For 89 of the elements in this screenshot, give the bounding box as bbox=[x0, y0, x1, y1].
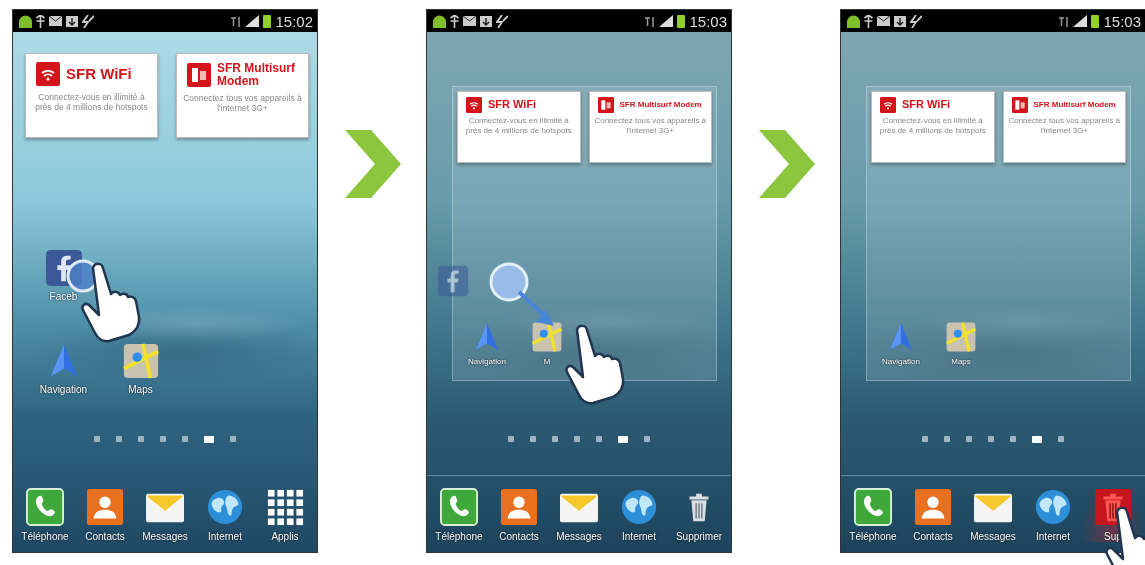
robot-icon bbox=[19, 14, 32, 28]
dock-item[interactable]: Téléphone bbox=[430, 488, 488, 542]
widget-description: Connectez tous vos appareils à l'internet 3G+ bbox=[183, 93, 302, 114]
app-label: Maps bbox=[951, 357, 971, 366]
widget-card[interactable]: SFR Multisurf Modem Connectez tous vos appareils à l'internet 3G+ bbox=[1002, 91, 1126, 163]
widget-card[interactable]: SFR WiFi Connectez-vous en illimité à près de 4 millions de hotspots bbox=[457, 91, 581, 163]
map-icon[interactable] bbox=[121, 342, 160, 380]
dock-item[interactable]: Applis bbox=[256, 488, 314, 542]
lightning-icon bbox=[496, 14, 508, 28]
modem-icon bbox=[187, 62, 211, 87]
clock-time: 15:03 bbox=[1103, 12, 1141, 30]
usb-icon bbox=[36, 14, 45, 28]
globe-icon bbox=[206, 488, 244, 526]
widget-description: Connectez-vous en illimité à près de 4 millions de hotspots bbox=[878, 116, 987, 136]
download-icon bbox=[480, 15, 492, 27]
dock-item[interactable]: Téléphone bbox=[844, 488, 902, 542]
network-type-icon bbox=[645, 15, 656, 27]
dock-item[interactable]: Messages bbox=[550, 488, 608, 542]
mail-icon bbox=[49, 16, 62, 26]
widget-description: Connectez tous vos appareils à l'internet 3G+ bbox=[1007, 116, 1121, 136]
map-icon[interactable] bbox=[531, 321, 563, 353]
signal-icon bbox=[659, 15, 674, 27]
mail-icon bbox=[463, 16, 476, 26]
app-label: Faceb bbox=[49, 291, 78, 302]
network-type-icon bbox=[1059, 15, 1070, 27]
widget-title: SFR WiFi bbox=[488, 99, 537, 111]
download-icon bbox=[894, 15, 906, 27]
widget-card[interactable]: SFR Multisurf Modem Connectez tous vos appareils à l'internet 3G+ bbox=[588, 91, 712, 163]
widget-title: SFR Multisurf Modem bbox=[619, 100, 702, 110]
robot-icon bbox=[847, 14, 860, 28]
phone-icon bbox=[854, 488, 892, 526]
widget-description: Connectez tous vos appareils à l'internet 3G+ bbox=[593, 116, 707, 136]
widget-title: SFR Multisurf Modem bbox=[217, 62, 296, 88]
battery-icon bbox=[1091, 14, 1100, 28]
app-label: Maps bbox=[128, 384, 153, 395]
dock-item[interactable]: Internet bbox=[610, 488, 668, 542]
wifi-icon bbox=[466, 97, 482, 113]
contact-icon bbox=[914, 488, 952, 526]
widget-card[interactable]: SFR WiFi Connectez-vous en illimité à près de 4 millions de hotspots bbox=[871, 91, 995, 163]
usb-icon bbox=[450, 14, 459, 28]
contact-icon bbox=[86, 488, 124, 526]
battery-icon bbox=[263, 14, 272, 28]
app-label: Navigation bbox=[39, 384, 88, 395]
mail-icon bbox=[877, 16, 890, 26]
widget-card[interactable]: SFR WiFi Connectez-vous en illimité à près de 4 millions de hotspots bbox=[25, 53, 158, 138]
lightning-icon bbox=[910, 14, 922, 28]
dock-item[interactable]: Contacts bbox=[904, 488, 962, 542]
signal-icon bbox=[1073, 15, 1088, 27]
dock-item[interactable]: Messages bbox=[136, 488, 194, 542]
app-label: M bbox=[543, 357, 551, 366]
dock-item[interactable]: Internet bbox=[196, 488, 254, 542]
usb-icon bbox=[864, 14, 873, 28]
lightning-icon bbox=[82, 14, 94, 28]
widget-description: Connectez-vous en illimité à près de 4 millions de hotspots bbox=[464, 116, 573, 136]
signal-icon bbox=[245, 15, 260, 27]
widget-title: SFR WiFi bbox=[902, 99, 951, 111]
widget-title: SFR Multisurf Modem bbox=[1033, 100, 1116, 110]
network-type-icon bbox=[231, 15, 242, 27]
phone-icon bbox=[26, 488, 64, 526]
robot-icon bbox=[433, 14, 446, 28]
app-label: Navigation bbox=[468, 357, 506, 366]
phone-icon bbox=[440, 488, 478, 526]
wifi-icon bbox=[36, 62, 60, 86]
clock-time: 15:03 bbox=[689, 12, 727, 30]
hand-pointer-icon bbox=[79, 260, 143, 344]
contact-icon bbox=[500, 488, 538, 526]
download-icon bbox=[66, 15, 78, 27]
clock-time: 15:02 bbox=[275, 12, 313, 30]
dock-item[interactable]: Contacts bbox=[76, 488, 134, 542]
app-label: Navigation bbox=[882, 357, 920, 366]
hand-pointer-icon bbox=[563, 322, 627, 406]
battery-icon bbox=[677, 14, 686, 28]
dock-item[interactable]: Supprimer bbox=[670, 488, 728, 542]
modem-icon bbox=[597, 97, 614, 113]
dock-item[interactable]: Internet bbox=[1024, 488, 1082, 542]
dock-item[interactable]: Contacts bbox=[490, 488, 548, 542]
wifi-icon bbox=[880, 97, 896, 113]
dock-item[interactable]: Téléphone bbox=[16, 488, 74, 542]
widget-card[interactable]: SFR Multisurf Modem Connectez tous vos appareils à l'internet 3G+ bbox=[176, 53, 309, 138]
grid-icon bbox=[266, 488, 304, 526]
dock-item[interactable]: Messages bbox=[964, 488, 1022, 542]
widget-description: Connectez-vous en illimité à près de 4 millions de hotspots bbox=[34, 92, 149, 113]
globe-icon bbox=[1034, 488, 1072, 526]
widget-title: SFR WiFi bbox=[66, 66, 132, 82]
modem-icon bbox=[1011, 97, 1028, 113]
map-icon[interactable] bbox=[945, 321, 977, 353]
globe-icon bbox=[620, 488, 658, 526]
app-icon[interactable] bbox=[437, 265, 469, 297]
drag-arrow bbox=[489, 262, 555, 328]
